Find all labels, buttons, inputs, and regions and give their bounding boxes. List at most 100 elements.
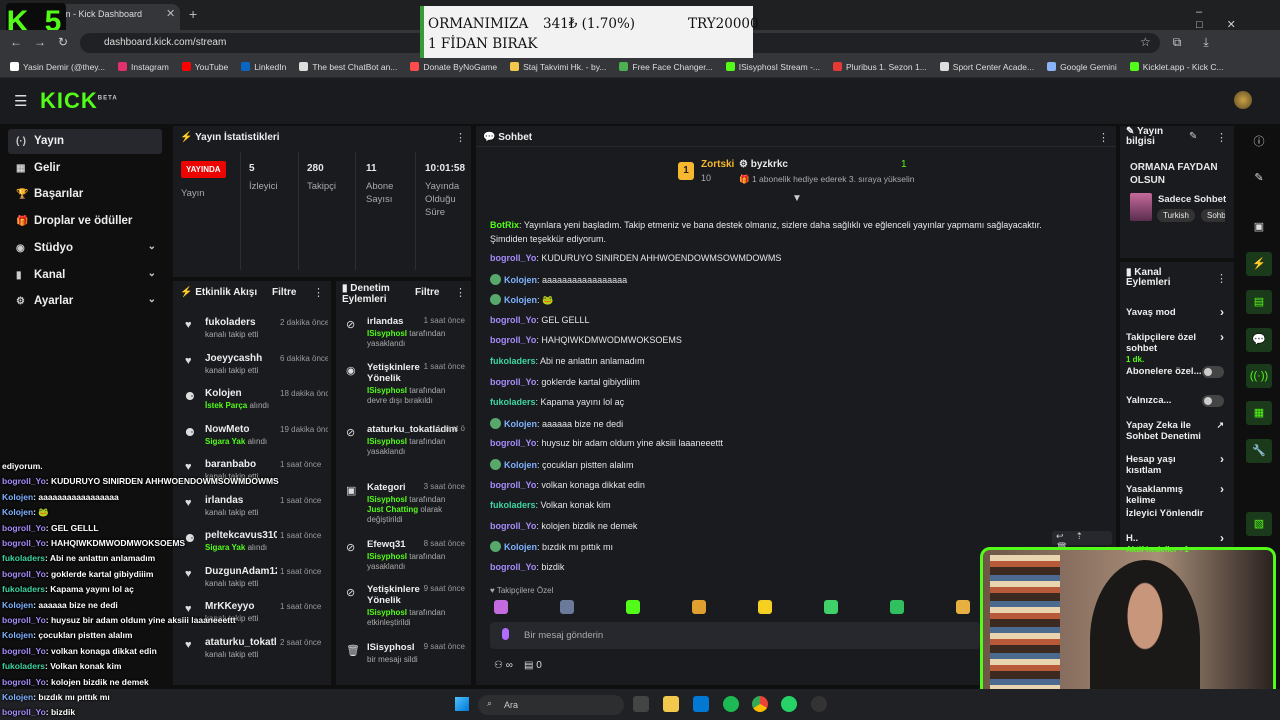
modlog-filter-button[interactable]: Filtre	[415, 287, 439, 298]
chat-message[interactable]: bogroll_Yo: huysuz bir adam oldum yine a…	[490, 438, 723, 448]
emote-icon[interactable]	[692, 600, 706, 614]
channel-action[interactable]: Hesap yaşı kısıtlam ›	[1126, 453, 1232, 476]
channel-actions-more-icon[interactable]: ⋮	[1216, 272, 1227, 285]
spotify-icon[interactable]	[723, 696, 739, 712]
sidebar-item-6[interactable]: ⚙ Ayarlar ⌄	[8, 289, 162, 314]
emote-icon[interactable]	[494, 600, 508, 614]
modlog-more-icon[interactable]: ⋮	[455, 286, 466, 299]
bookmark-item[interactable]: Yasin Demir (@they...	[10, 62, 105, 72]
chat-message[interactable]: fukoladers: Kapama yayını lol aç	[490, 397, 624, 407]
chat-username[interactable]: bogroll_Yo	[490, 438, 536, 448]
chat-message[interactable]: Kolojen: 🐸	[490, 294, 553, 306]
chat-username[interactable]: bogroll_Yo	[490, 377, 536, 387]
windows-start-icon[interactable]	[455, 697, 469, 711]
task-view-icon[interactable]	[633, 696, 649, 712]
chat-username[interactable]: Kolojen	[504, 542, 537, 552]
channel-action[interactable]: İzleyici Yönlendir	[1126, 508, 1232, 519]
bookmark-item[interactable]: Sport Center Acade...	[939, 62, 1034, 72]
toggle-switch[interactable]	[1202, 366, 1224, 378]
emote-icon[interactable]	[626, 600, 640, 614]
chat-message[interactable]: Kolojen: çocukları pistten alalım	[490, 459, 634, 470]
rail-icon[interactable]: ⓘ	[1246, 130, 1272, 154]
window-controls[interactable]: –□✕	[1196, 6, 1280, 31]
new-tab-icon[interactable]: +	[189, 6, 197, 22]
chat-more-icon[interactable]: ⋮	[1098, 131, 1109, 144]
chrome-icon[interactable]	[752, 696, 768, 712]
chat-message[interactable]: fukoladers: Abi ne anlattın anlamadım	[490, 356, 645, 366]
chat-username[interactable]: fukoladers	[490, 356, 536, 366]
file-explorer-icon[interactable]	[663, 696, 679, 712]
emote-icon[interactable]	[956, 600, 970, 614]
emote-bar[interactable]	[490, 600, 980, 616]
users-icon[interactable]: ⚇ ∞	[494, 660, 513, 671]
sidebar-item-2[interactable]: 🏆 Başarılar	[8, 182, 162, 207]
chat-username[interactable]: Kolojen	[504, 460, 537, 470]
bookmark-item[interactable]: Pluribus 1. Sezon 1...	[832, 62, 927, 72]
sidebar-item-4[interactable]: ◉ Stüdyo ⌄	[8, 236, 162, 261]
channel-action[interactable]: H.. Aktif hedefler - 1 ›	[1126, 532, 1232, 555]
chat-username[interactable]: bogroll_Yo	[490, 315, 536, 325]
sidebar-item-5[interactable]: ▮ Kanal ⌄	[8, 263, 162, 288]
bookmark-item[interactable]: The best ChatBot an...	[299, 62, 397, 72]
chat-username[interactable]: Kolojen	[504, 295, 537, 305]
chat-message[interactable]: bogroll_Yo: KUDURUYO SINIRDEN AHHWOENDOW…	[490, 253, 781, 263]
stats-more-icon[interactable]: ⋮	[455, 131, 466, 144]
emote-icon[interactable]	[824, 600, 838, 614]
activity-more-icon[interactable]: ⋮	[313, 286, 324, 299]
chat-username[interactable]: Kolojen	[504, 275, 537, 285]
toolbar-icons[interactable]: ☆⧉⤓	[1140, 35, 1231, 50]
sidebar-item-3[interactable]: 🎁 Droplar ve ödüller	[8, 209, 162, 234]
channel-action[interactable]: Abonelere özel...	[1126, 366, 1232, 378]
bookmark-item[interactable]: Free Face Changer...	[619, 62, 713, 72]
rail-icon[interactable]: ▧	[1246, 512, 1272, 536]
back-forward-reload-icons[interactable]: ←→↻	[10, 35, 80, 49]
bookmark-item[interactable]: Instagram	[118, 62, 169, 72]
chat-username[interactable]: bogroll_Yo	[490, 562, 536, 572]
chat-username[interactable]: bogroll_Yo	[490, 480, 536, 490]
taskbar-search[interactable]: ⌕ Ara	[478, 695, 624, 715]
chat-message[interactable]: bogroll_Yo: volkan konaga dikkat edin	[490, 480, 645, 490]
bookmark-item[interactable]: Staj Takvimi Hk. - by...	[510, 62, 606, 72]
sidebar-item-1[interactable]: ▦ Gelir	[8, 156, 162, 181]
chat-input[interactable]: Bir mesaj gönderin	[490, 622, 980, 649]
edit-icon[interactable]: ✎	[1189, 131, 1197, 142]
sidebar-item-0[interactable]: (·) Yayın	[8, 129, 162, 154]
chat-username[interactable]: fukoladers	[490, 397, 536, 407]
activity-filter-button[interactable]: Filtre	[272, 287, 296, 298]
channel-action[interactable]: Yasaklanmış kelime ›	[1126, 483, 1232, 506]
bookmark-item[interactable]: LinkedIn	[241, 62, 286, 72]
toggle-switch[interactable]	[1202, 395, 1224, 407]
menu-icon[interactable]: ☰	[14, 92, 27, 110]
emote-icon[interactable]	[758, 600, 772, 614]
rail-icon[interactable]: ▦	[1246, 401, 1272, 425]
stream-info-more-icon[interactable]: ⋮	[1216, 131, 1227, 144]
chat-username[interactable]: bogroll_Yo	[490, 335, 536, 345]
bookmark-item[interactable]: YouTube	[181, 62, 228, 72]
chat-username[interactable]: bogroll_Yo	[490, 253, 536, 263]
rail-icon[interactable]: ((·))	[1246, 364, 1272, 388]
chat-message[interactable]: Kolojen: bızdık mı pıttık mı	[490, 541, 613, 553]
chat-message[interactable]: bogroll_Yo: bizdik	[490, 562, 564, 572]
user-avatar[interactable]	[1234, 91, 1252, 109]
chat-message[interactable]: Kolojen: aaaaaaaaaaaaaaaaa	[490, 273, 627, 285]
rail-icon[interactable]: ▤	[1246, 290, 1272, 314]
rail-icon[interactable]: ✎	[1246, 166, 1272, 190]
tag-pill[interactable]: Sohb	[1201, 209, 1225, 222]
rail-icon[interactable]: 💬	[1246, 328, 1272, 352]
rail-icon[interactable]: 🔧	[1246, 439, 1272, 463]
chat-message[interactable]: bogroll_Yo: GEL GELLL	[490, 315, 590, 325]
channel-action[interactable]: Takipçilere özel sohbet 1 dk. ›	[1126, 331, 1232, 365]
channel-action[interactable]: Yalnızca...	[1126, 395, 1232, 407]
bookmark-item[interactable]: ISisyphosI Stream -...	[725, 62, 820, 72]
whatsapp-icon[interactable]	[781, 696, 797, 712]
chat-message[interactable]: fukoladers: Volkan konak kim	[490, 500, 611, 510]
bookmark-item[interactable]: Donate ByNoGame	[410, 62, 497, 72]
chat-username[interactable]: fukoladers	[490, 500, 536, 510]
chat-message[interactable]: bogroll_Yo: kolojen bizdik ne demek	[490, 521, 637, 531]
message-actions[interactable]: ↩⇡🗑	[1052, 531, 1112, 552]
chat-message[interactable]: Kolojen: aaaaaa bize ne dedi	[490, 417, 623, 429]
mic-icon[interactable]	[502, 628, 509, 640]
kick-logo[interactable]: KICKBETA	[40, 88, 118, 114]
bookmark-item[interactable]: Google Gemini	[1047, 62, 1117, 72]
channel-action[interactable]: Yavaş mod ›	[1126, 306, 1232, 318]
